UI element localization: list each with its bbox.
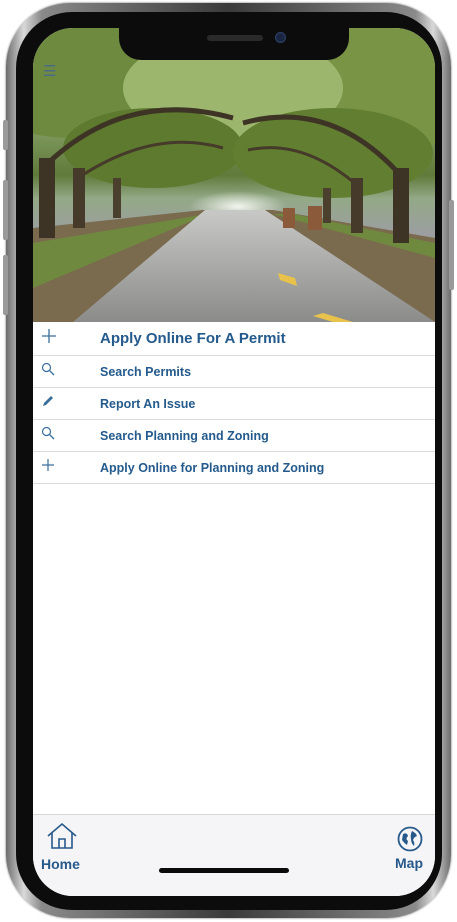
home-icon [46, 822, 78, 855]
home-indicator[interactable] [159, 868, 289, 873]
tab-home[interactable]: Home [33, 815, 113, 896]
search-icon [41, 362, 55, 381]
power-button [449, 200, 454, 290]
plus-icon [41, 458, 55, 477]
volume-up-button [3, 180, 8, 240]
list-item-report-issue[interactable]: Report An Issue [33, 388, 435, 420]
tab-label-home: Home [41, 856, 80, 872]
list-item-apply-permit[interactable]: Apply Online For A Permit [33, 322, 435, 356]
action-list: Apply Online For A Permit Search Permits… [33, 322, 435, 484]
list-item-label: Apply Online For A Permit [100, 330, 286, 347]
search-icon [41, 426, 55, 445]
list-item-label: Report An Issue [100, 396, 196, 411]
app-screen: ☰ Apply Online For A Permit Search Permi… [33, 28, 435, 896]
plus-icon [41, 328, 57, 349]
list-item-label: Search Planning and Zoning [100, 428, 269, 443]
tree-road-illustration [33, 28, 435, 322]
list-item-search-permits[interactable]: Search Permits [33, 356, 435, 388]
mute-switch [3, 120, 8, 150]
tab-label-map: Map [395, 855, 423, 871]
tab-map[interactable]: Map [373, 815, 435, 896]
list-item-apply-planning[interactable]: Apply Online for Planning and Zoning [33, 452, 435, 484]
list-item-label: Search Permits [100, 364, 192, 379]
front-camera [275, 32, 286, 43]
list-item-search-planning[interactable]: Search Planning and Zoning [33, 420, 435, 452]
list-item-label: Apply Online for Planning and Zoning [100, 460, 325, 475]
tab-bar: Home Map [33, 814, 435, 896]
hero-image: ☰ [33, 28, 435, 322]
volume-down-button [3, 255, 8, 315]
pencil-icon [41, 394, 55, 413]
hamburger-menu-icon[interactable]: ☰ [43, 62, 56, 80]
notch [119, 28, 349, 60]
globe-icon [397, 826, 423, 857]
speaker-grille [207, 35, 263, 41]
